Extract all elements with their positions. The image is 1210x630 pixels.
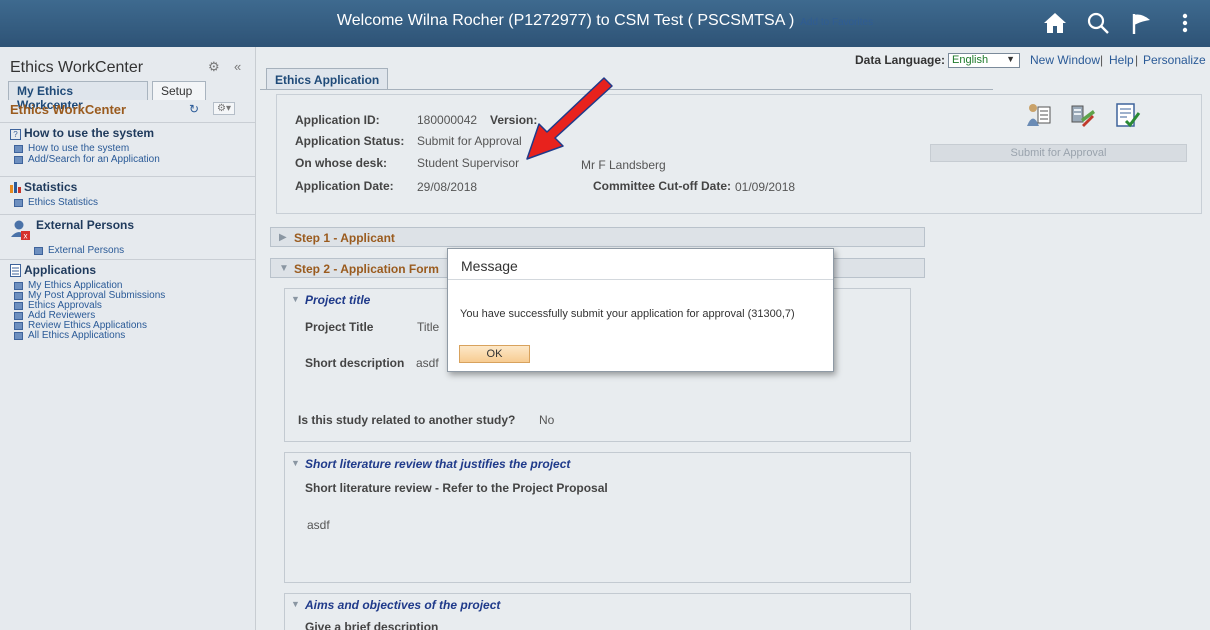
- section-title: How to use the system: [24, 126, 155, 140]
- chevron-down-icon: ▼: [1006, 54, 1015, 64]
- link-icon: [14, 332, 23, 340]
- sidebar-title: Ethics WorkCenter: [10, 59, 144, 76]
- literature-review-panel: ▼ Short literature review that justifies…: [284, 452, 911, 583]
- util-separator: |: [1100, 53, 1104, 67]
- top-banner: Welcome Wilna Rocher (P1272977) to CSM T…: [0, 0, 1210, 47]
- collapse-icon: ▼: [279, 263, 289, 274]
- aims-objectives-panel: ▼ Aims and objectives of the project Giv…: [284, 593, 911, 630]
- link-icon: [14, 312, 23, 320]
- short-description-label: Short description: [305, 356, 405, 370]
- project-title-label: Project Title: [305, 320, 374, 334]
- persons-icon: x: [11, 220, 30, 241]
- collapse-icon[interactable]: ▼: [291, 458, 300, 468]
- cutoff-label: Committee Cut-off Date:: [593, 179, 731, 193]
- data-language-value: English: [952, 54, 989, 66]
- section-applications: Applications My Ethics Application My Po…: [0, 259, 255, 369]
- dialog-divider: [448, 279, 833, 280]
- link-icon: [14, 156, 23, 164]
- link-icon: [34, 247, 43, 255]
- cutoff-value: 01/09/2018: [735, 180, 796, 194]
- gear-icon[interactable]: ⚙: [208, 59, 220, 75]
- section-title: External Persons: [36, 218, 135, 232]
- link-ethics-statistics[interactable]: Ethics Statistics: [28, 197, 98, 208]
- dialog-title: Message: [461, 258, 518, 274]
- link-external-persons[interactable]: External Persons: [48, 245, 124, 256]
- data-language-select[interactable]: English ▼: [948, 53, 1020, 68]
- desk-value: Student Supervisor: [417, 156, 520, 170]
- util-separator: |: [1135, 53, 1139, 67]
- search-icon[interactable]: [1085, 10, 1111, 36]
- red-arrow-annotation: [526, 77, 613, 160]
- related-study-label: Is this study related to another study?: [298, 413, 516, 427]
- date-value: 29/08/2018: [417, 180, 478, 194]
- link-icon: [14, 282, 23, 290]
- section-how-to-use: ? How to use the system How to use the s…: [0, 122, 255, 176]
- literature-review-value: asdf: [307, 518, 330, 532]
- add-to-favorites-link[interactable]: Add to Favorites: [800, 17, 873, 28]
- collapse-icon[interactable]: ▼: [291, 599, 300, 609]
- data-language-label: Data Language:: [855, 53, 946, 67]
- step1-label: Step 1 - Applicant: [294, 231, 395, 245]
- dialog-message: You have successfully submit your applic…: [460, 308, 795, 320]
- tools-icon[interactable]: [1068, 101, 1096, 129]
- tab-divider: [260, 89, 993, 90]
- link-all-ethics-applications[interactable]: All Ethics Applications: [28, 330, 125, 341]
- link-icon: [14, 322, 23, 330]
- sidebar: Ethics WorkCenter ⚙ « My Ethics Workcent…: [0, 47, 256, 630]
- panel-title: Aims and objectives of the project: [305, 598, 501, 612]
- section-external-persons: x External Persons External Persons: [0, 214, 255, 259]
- link-how-to-use[interactable]: How to use the system: [28, 143, 129, 154]
- link-icon: [14, 292, 23, 300]
- section-title: Applications: [24, 263, 97, 277]
- checklist-icon[interactable]: [1113, 101, 1141, 129]
- welcome-text: Welcome Wilna Rocher (P1272977) to CSM T…: [336, 12, 795, 29]
- link-icon: [14, 302, 23, 310]
- svg-text:x: x: [24, 232, 28, 241]
- date-label: Application Date:: [295, 179, 394, 193]
- tab-setup[interactable]: Setup: [152, 81, 206, 100]
- link-icon: [14, 199, 23, 207]
- ok-button[interactable]: OK: [459, 345, 530, 363]
- new-window-link[interactable]: New Window: [1030, 53, 1100, 67]
- help-icon: ?: [10, 129, 21, 140]
- status-value: Submit for Approval: [417, 134, 522, 148]
- step2-label: Step 2 - Application Form: [294, 262, 439, 276]
- step1-header[interactable]: ▶ Step 1 - Applicant: [270, 227, 925, 247]
- application-id-value: 180000042: [417, 113, 478, 127]
- welcome-title: Welcome Wilna Rocher (P1272977) to CSM T…: [0, 12, 1210, 30]
- flag-icon[interactable]: [1128, 10, 1154, 36]
- options-menu-icon[interactable]: ⚙▾: [213, 102, 235, 115]
- application-id-label: Application ID:: [295, 113, 380, 127]
- status-label: Application Status:: [295, 134, 405, 148]
- section-statistics: Statistics Ethics Statistics: [0, 176, 255, 214]
- aims-description-label: Give a brief description: [305, 620, 439, 630]
- panel-title: Short literature review that justifies t…: [305, 457, 571, 471]
- person-info-icon[interactable]: [1025, 101, 1053, 129]
- literature-review-label: Short literature review - Refer to the P…: [305, 481, 608, 495]
- section-title: Statistics: [24, 180, 78, 194]
- collapse-icon[interactable]: ▼: [291, 294, 300, 304]
- desk-label: On whose desk:: [295, 156, 388, 170]
- workcenter-title: Ethics WorkCenter: [10, 102, 127, 117]
- more-vertical-icon[interactable]: [1178, 10, 1192, 36]
- project-title-value: Title: [417, 320, 440, 334]
- refresh-icon[interactable]: ↻: [189, 102, 199, 116]
- link-icon: [14, 145, 23, 153]
- short-description-value: asdf: [416, 356, 439, 370]
- expand-icon: ▶: [279, 232, 287, 243]
- panel-title: Project title: [305, 293, 371, 307]
- collapse-icon[interactable]: «: [234, 59, 241, 74]
- document-icon: [10, 264, 21, 277]
- link-add-search-application[interactable]: Add/Search for an Application: [28, 154, 160, 165]
- submit-for-approval-button[interactable]: Submit for Approval: [930, 144, 1187, 162]
- message-dialog: Message You have successfully submit you…: [447, 248, 834, 372]
- personalize-link[interactable]: Personalize: [1143, 53, 1206, 67]
- bar-chart-icon: [10, 182, 21, 193]
- tab-my-ethics-workcenter[interactable]: My Ethics Workcenter: [8, 81, 148, 112]
- related-study-value: No: [539, 413, 555, 427]
- home-icon[interactable]: [1042, 10, 1068, 36]
- tab-ethics-application[interactable]: Ethics Application: [266, 68, 389, 90]
- help-link[interactable]: Help: [1109, 53, 1134, 67]
